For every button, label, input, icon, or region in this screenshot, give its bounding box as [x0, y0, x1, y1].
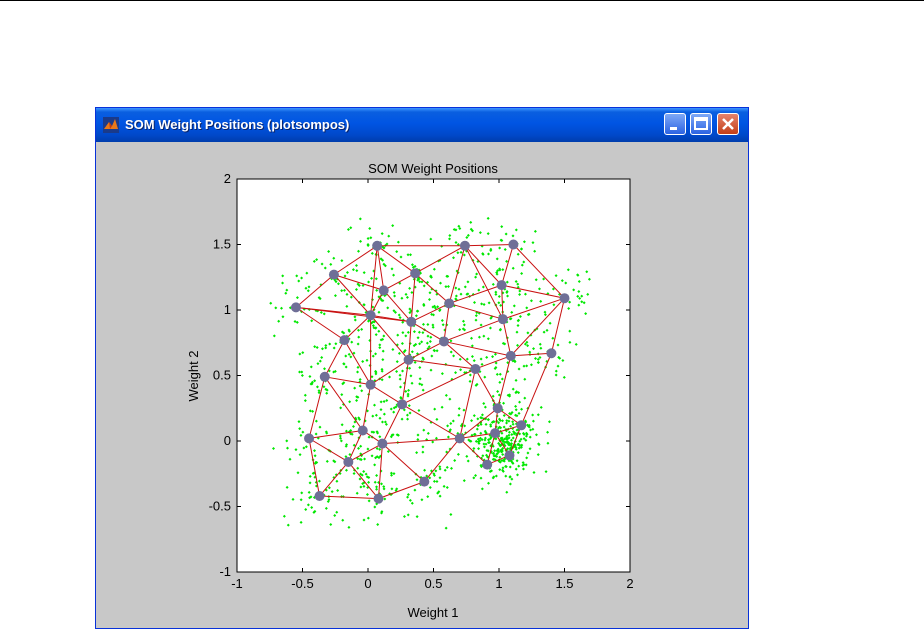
x-axis-label: Weight 1	[407, 605, 458, 620]
neuron-marker	[373, 493, 384, 504]
x-tick-label: 0.5	[424, 576, 442, 591]
neuron-marker	[378, 285, 389, 296]
close-icon	[722, 118, 734, 130]
y-tick-label: -0.5	[209, 499, 231, 514]
neuron-marker	[492, 403, 503, 414]
neuron-marker	[438, 336, 449, 347]
neuron-marker	[444, 298, 455, 309]
y-tick-label: 0	[224, 433, 231, 448]
y-tick-label: 1.5	[213, 237, 231, 252]
maximize-icon	[694, 117, 708, 130]
neuron-marker	[314, 491, 325, 502]
neuron-marker	[496, 280, 507, 291]
plot-window: SOM Weight Positions (plotsompos) SOM We…	[95, 107, 749, 629]
x-tick-label: 2	[626, 576, 633, 591]
matlab-icon	[103, 117, 119, 133]
maximize-button[interactable]	[690, 113, 712, 135]
x-tick-label: 0	[364, 576, 371, 591]
neuron-marker	[459, 240, 470, 251]
neuron-marker	[497, 314, 508, 325]
neuron-marker	[406, 316, 417, 327]
axes-background	[236, 178, 631, 573]
neuron-marker	[490, 428, 501, 439]
neuron-marker	[372, 240, 383, 251]
neuron-marker	[377, 438, 388, 449]
neuron-marker	[357, 425, 368, 436]
neuron-marker	[365, 379, 376, 390]
window-title: SOM Weight Positions (plotsompos)	[125, 117, 350, 132]
y-tick-label: 1	[224, 302, 231, 317]
top-border-line	[0, 0, 924, 1]
x-tick-label: -1	[231, 576, 243, 591]
neuron-marker	[546, 348, 557, 359]
x-tick-label: 1	[495, 576, 502, 591]
neuron-marker	[328, 269, 339, 280]
neuron-marker	[343, 456, 354, 467]
figure-area: SOM Weight Positions Weight 1 Weight 2 -…	[96, 142, 748, 628]
neuron-marker	[319, 371, 330, 382]
neuron-marker	[419, 476, 430, 487]
y-axis-label: Weight 2	[186, 350, 201, 401]
close-button[interactable]	[717, 113, 739, 135]
neuron-marker	[397, 399, 408, 410]
minimize-button[interactable]	[664, 113, 686, 135]
neuron-marker	[403, 354, 414, 365]
neuron-marker	[508, 239, 519, 250]
y-tick-label: 2	[224, 171, 231, 186]
neuron-marker	[290, 302, 301, 313]
neuron-marker	[365, 310, 376, 321]
neuron-marker	[504, 450, 515, 461]
neuron-marker	[454, 433, 465, 444]
y-tick-label: 0.5	[213, 368, 231, 383]
x-tick-label: 1.5	[555, 576, 573, 591]
y-tick-label: -1	[219, 564, 231, 579]
minimize-icon	[670, 127, 677, 130]
neuron-marker	[304, 433, 315, 444]
window-titlebar[interactable]: SOM Weight Positions (plotsompos)	[96, 108, 748, 142]
neuron-marker	[470, 363, 481, 374]
neuron-marker	[339, 335, 350, 346]
neuron-marker	[516, 420, 527, 431]
neuron-marker	[505, 350, 516, 361]
neuron-marker	[410, 268, 421, 279]
neuron-marker	[482, 459, 493, 470]
neuron-marker	[559, 293, 570, 304]
som-plot[interactable]: SOM Weight Positions Weight 1 Weight 2 -…	[96, 142, 748, 628]
x-tick-label: -0.5	[291, 576, 313, 591]
chart-title: SOM Weight Positions	[368, 161, 498, 176]
